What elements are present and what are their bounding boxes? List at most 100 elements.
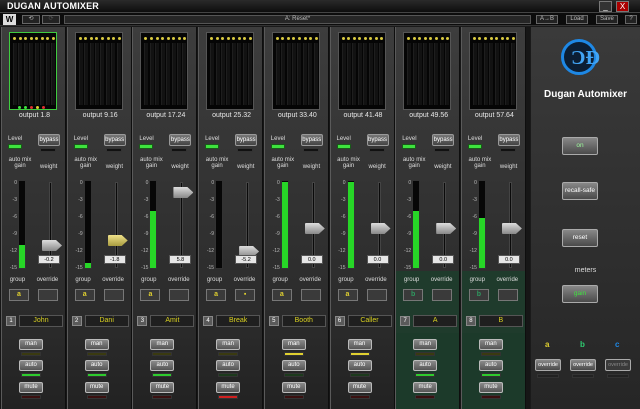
weight-value[interactable]: 5.8 [169, 255, 192, 264]
weight-slider-knob[interactable] [42, 240, 62, 251]
override-button[interactable] [103, 289, 124, 301]
man-button[interactable]: man [347, 339, 372, 350]
group-c-override-button[interactable]: override [605, 359, 631, 371]
channel-name-field[interactable]: Amit [150, 315, 195, 327]
group-button[interactable]: b [468, 289, 489, 301]
meter-bar [226, 43, 231, 105]
auto-button[interactable]: auto [478, 360, 503, 371]
override-button[interactable] [366, 289, 387, 301]
channel-name-field[interactable]: B [478, 315, 523, 327]
weight-value[interactable]: 0.0 [366, 255, 389, 264]
bypass-button[interactable]: bypass [169, 134, 192, 146]
man-button[interactable]: man [478, 339, 503, 350]
override-button[interactable]: ▪ [235, 289, 256, 301]
channel-name-field[interactable]: John [19, 315, 63, 327]
group-button[interactable]: a [337, 289, 358, 301]
output-meter [337, 32, 386, 110]
weight-slider-knob[interactable] [370, 223, 391, 234]
channel-name-field[interactable]: Booth [281, 315, 326, 327]
channel-name-field[interactable]: A [413, 315, 458, 327]
meter-bar [29, 43, 34, 105]
level-led [402, 144, 417, 149]
preset-selector[interactable]: A: Reset* [64, 15, 531, 24]
scale-tick: -9 [209, 231, 215, 237]
override-button[interactable] [38, 289, 58, 301]
mute-button[interactable]: mute [281, 382, 306, 393]
weight-slider-knob[interactable] [501, 223, 522, 234]
group-button[interactable]: b [403, 289, 424, 301]
man-button[interactable]: man [19, 339, 43, 350]
group-a-override-button[interactable]: override [535, 359, 561, 371]
override-button[interactable] [300, 289, 321, 301]
override-button[interactable] [432, 289, 453, 301]
weight-slider-knob[interactable] [436, 223, 457, 234]
man-button[interactable]: man [281, 339, 306, 350]
auto-button[interactable]: auto [347, 360, 372, 371]
auto-button[interactable]: auto [19, 360, 43, 371]
group-label: group [206, 277, 223, 283]
auto-button[interactable]: auto [216, 360, 241, 371]
reset-button[interactable]: reset [562, 229, 598, 247]
channel-name-field[interactable]: Dani [84, 315, 129, 327]
auto-button[interactable]: auto [84, 360, 109, 371]
man-button[interactable]: man [84, 339, 109, 350]
output-meter [206, 32, 255, 110]
auto-button[interactable]: auto [281, 360, 306, 371]
group-button[interactable]: a [9, 289, 29, 301]
group-button[interactable]: a [271, 289, 292, 301]
bypass-button[interactable]: bypass [38, 134, 60, 146]
bypass-button[interactable]: bypass [497, 134, 520, 146]
scale-tick: -12 [403, 248, 412, 254]
weight-slider-knob[interactable] [304, 223, 325, 234]
channel-name-field[interactable]: Break [216, 315, 261, 327]
mute-button[interactable]: mute [19, 382, 43, 393]
group-button[interactable]: a [140, 289, 161, 301]
channel-name-field[interactable]: Caller [347, 315, 392, 327]
meters-gain-button[interactable]: gain [562, 285, 598, 303]
meter-bar [434, 43, 439, 105]
man-button[interactable]: man [216, 339, 241, 350]
bypass-button[interactable]: bypass [366, 134, 389, 146]
save-button[interactable]: Save [596, 15, 618, 24]
weight-slider-knob[interactable] [173, 187, 194, 198]
bypass-button[interactable]: bypass [300, 134, 323, 146]
mute-button[interactable]: mute [84, 382, 109, 393]
override-button[interactable] [169, 289, 190, 301]
ab-compare-button[interactable]: A→B [536, 15, 558, 24]
group-b-override-button[interactable]: override [570, 359, 596, 371]
bypass-button[interactable]: bypass [432, 134, 455, 146]
redo-button[interactable]: ⟳ [42, 15, 60, 24]
mute-button[interactable]: mute [150, 382, 175, 393]
minimize-button[interactable]: _ [599, 1, 612, 12]
bypass-button[interactable]: bypass [103, 134, 126, 146]
auto-button[interactable]: auto [150, 360, 175, 371]
mute-button[interactable]: mute [347, 382, 372, 393]
undo-button[interactable]: ⟲ [22, 15, 40, 24]
override-button[interactable] [497, 289, 518, 301]
close-button[interactable]: X [616, 1, 629, 12]
peak-led [78, 37, 82, 40]
scale-tick: 0 [145, 180, 149, 186]
group-button[interactable]: a [206, 289, 227, 301]
mute-button[interactable]: mute [413, 382, 438, 393]
recall-safe-button[interactable]: recall-safe [562, 182, 598, 200]
weight-value[interactable]: 0.0 [300, 255, 323, 264]
weight-slider-knob[interactable] [107, 235, 128, 246]
on-button[interactable]: on [562, 137, 598, 155]
man-button[interactable]: man [413, 339, 438, 350]
mute-button[interactable]: mute [216, 382, 241, 393]
weight-value[interactable]: -5.2 [235, 255, 258, 264]
weight-value[interactable]: -0.2 [38, 255, 60, 264]
weight-value[interactable]: 0.0 [497, 255, 520, 264]
mute-button[interactable]: mute [478, 382, 503, 393]
auto-button[interactable]: auto [413, 360, 438, 371]
peak-led [183, 37, 187, 40]
weight-value[interactable]: -1.8 [103, 255, 126, 264]
group-button[interactable]: a [74, 289, 95, 301]
group-c-label: c [615, 340, 620, 349]
help-button[interactable]: ? [625, 15, 637, 24]
weight-value[interactable]: 0.0 [432, 255, 455, 264]
load-button[interactable]: Load [566, 15, 588, 24]
man-button[interactable]: man [150, 339, 175, 350]
bypass-button[interactable]: bypass [235, 134, 258, 146]
